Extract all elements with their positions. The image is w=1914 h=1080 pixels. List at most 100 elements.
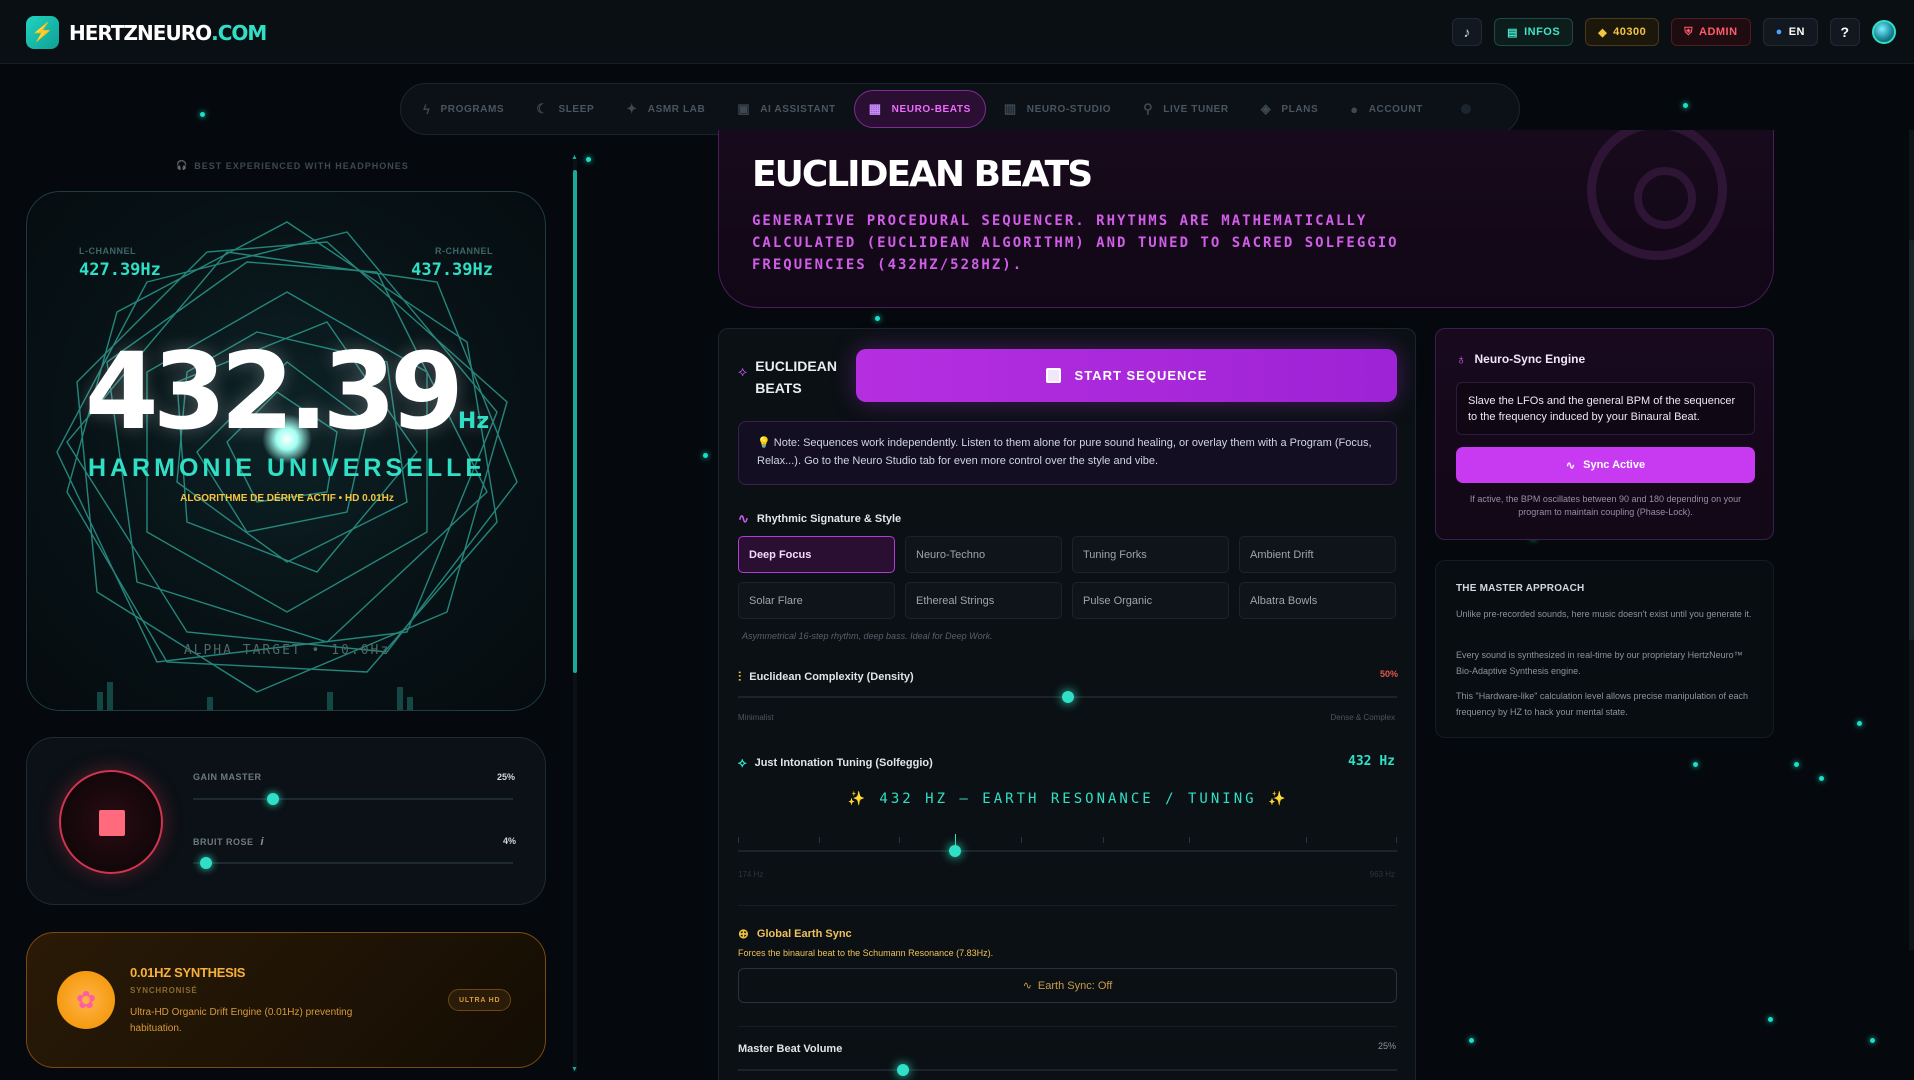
- pink-noise-slider-thumb[interactable]: [199, 857, 212, 869]
- complexity-slider-thumb[interactable]: [1061, 691, 1074, 703]
- gain-slider-thumb[interactable]: [267, 793, 279, 805]
- master-volume-thumb[interactable]: [896, 1064, 909, 1076]
- stop-button[interactable]: [59, 770, 163, 874]
- piano-icon: ▥: [1003, 101, 1017, 116]
- moon-icon: ☾: [536, 101, 549, 116]
- tag-icon: ◈: [1260, 101, 1272, 116]
- brain-icon: ♁: [1456, 351, 1467, 367]
- scroll-down-icon[interactable]: ▼: [571, 1066, 578, 1073]
- master-approach-title: THE MASTER APPROACH: [1456, 583, 1585, 594]
- tuning-slider-track[interactable]: [738, 850, 1397, 852]
- complexity-heading-text: Euclidean Complexity (Density): [749, 671, 914, 683]
- pulse-icon: ⟡: [738, 363, 748, 379]
- tuning-banner: ✨ 432 HZ — EARTH RESONANCE / TUNING ✨: [847, 791, 1289, 807]
- infos-button[interactable]: ▤ INFOS: [1494, 18, 1574, 46]
- tuning-min-label: 174 Hz: [738, 870, 764, 879]
- tiktok-icon: ♪: [1463, 24, 1471, 40]
- tuning-tick: [1021, 837, 1022, 843]
- robot-icon: ▣: [737, 101, 751, 116]
- sequencer-title: ⟡ EUCLIDEAN BEATS: [738, 355, 845, 399]
- headphones-label: BEST EXPERIENCED WITH HEADPHONES: [194, 160, 409, 171]
- module-header: EUCLIDEAN BEATS GENERATIVE PROCEDURAL SE…: [718, 130, 1774, 308]
- mic-icon: ⚲: [1143, 101, 1154, 116]
- style-pulse-organic[interactable]: Pulse Organic: [1072, 582, 1229, 619]
- sync-active-button[interactable]: ∿ Sync Active: [1456, 447, 1755, 483]
- style-solar-flare[interactable]: Solar Flare: [738, 582, 895, 619]
- language-button[interactable]: ● EN: [1762, 18, 1818, 46]
- preset-name: HARMONIE UNIVERSELLE: [87, 454, 487, 482]
- pink-noise-slider-track[interactable]: [193, 862, 513, 864]
- credits-badge[interactable]: ◆ 40300: [1585, 18, 1660, 46]
- tab-live-tuner[interactable]: ⚲ LIVE TUNER: [1129, 90, 1243, 128]
- tab-neuro-studio[interactable]: ▥ NEURO-STUDIO: [990, 90, 1125, 128]
- tuning-max-label: 963 Hz: [1369, 870, 1395, 879]
- tuning-heading: ⟡ Just Intonation Tuning (Solfeggio): [738, 755, 933, 771]
- style-albatra-bowls[interactable]: Albatra Bowls: [1239, 582, 1396, 619]
- pink-noise-label: BRUIT ROSE i: [193, 836, 264, 848]
- master-volume-track[interactable]: [738, 1069, 1397, 1071]
- left-scrollbar-thumb[interactable]: [573, 170, 577, 673]
- master-approach-paragraph: Unlike pre-recorded sounds, here music d…: [1456, 609, 1752, 619]
- synthesis-description: Ultra-HD Organic Drift Engine (0.01Hz) p…: [130, 1007, 353, 1034]
- style-ethereal-strings[interactable]: Ethereal Strings: [905, 582, 1062, 619]
- book-icon: ▤: [1507, 26, 1519, 39]
- lightning-logo-icon: ⚡: [26, 16, 59, 49]
- style-neuro-techno[interactable]: Neuro-Techno: [905, 536, 1062, 573]
- tab-sleep[interactable]: ☾ SLEEP: [522, 90, 608, 128]
- tuning-tick: [1396, 837, 1397, 843]
- tab-asmr-lab[interactable]: ✦ ASMR LAB: [612, 90, 719, 128]
- earth-sync-toggle[interactable]: ∿ Earth Sync: Off: [738, 968, 1397, 1003]
- main-nav: ϟ PROGRAMS ☾ SLEEP ✦ ASMR LAB ▣ AI ASSISTANT…: [400, 83, 1520, 135]
- info-icon[interactable]: i: [261, 836, 265, 848]
- tab-label: LIVE TUNER: [1163, 103, 1229, 115]
- tab-programs[interactable]: ϟ PROGRAMS: [409, 90, 518, 128]
- page-scrollbar[interactable]: [1909, 130, 1914, 950]
- style-heading-text: Rhythmic Signature & Style: [756, 513, 902, 525]
- tuning-value: 432 Hz: [1348, 754, 1395, 769]
- checkbox-icon: [1045, 368, 1061, 383]
- user-icon: ●: [1350, 101, 1359, 117]
- master-volume-label: Master Beat Volume: [738, 1043, 843, 1055]
- globe-icon: ⊕: [738, 926, 749, 941]
- scroll-up-icon[interactable]: ▲: [571, 154, 578, 161]
- start-sequence-button[interactable]: START SEQUENCE: [856, 349, 1397, 402]
- tuning-tick: [1189, 837, 1190, 843]
- avatar[interactable]: [1872, 20, 1896, 44]
- admin-button[interactable]: ⛨ ADMIN: [1671, 18, 1751, 46]
- tab-ai-assistant[interactable]: ▣ AI ASSISTANT: [723, 90, 849, 128]
- master-volume-percent: 25%: [1378, 1041, 1397, 1051]
- tuning-tick: [899, 837, 900, 843]
- diamond-icon: ◆: [1598, 26, 1608, 39]
- activity-icon: ∿: [1022, 980, 1032, 992]
- brand-logo[interactable]: ⚡ HERTZNEURO.COM: [26, 16, 267, 49]
- grid-icon: ▦: [868, 101, 882, 116]
- tuning-slider-thumb[interactable]: [949, 845, 962, 857]
- tuning-heading-text: Just Intonation Tuning (Solfeggio): [754, 757, 933, 769]
- style-tuning-forks[interactable]: Tuning Forks: [1072, 536, 1229, 573]
- page-title: EUCLIDEAN BEATS: [752, 154, 1093, 195]
- gain-slider-track[interactable]: [193, 798, 513, 800]
- right-channel-value: 437.39Hz: [411, 260, 493, 280]
- stop-icon: [99, 810, 125, 836]
- frequency-value: 432.39: [84, 330, 464, 453]
- frequency-visualizer: L-CHANNEL 427.39Hz R-CHANNEL 437.39Hz 43…: [26, 191, 546, 711]
- tab-plans[interactable]: ◈ PLANS: [1247, 90, 1333, 128]
- left-channel-value: 427.39Hz: [79, 260, 161, 280]
- vinyl-disc-icon: [1587, 130, 1727, 260]
- tab-account[interactable]: ● ACCOUNT: [1336, 90, 1437, 128]
- earth-sync-heading: ⊕ Global Earth Sync: [738, 926, 852, 942]
- style-ambient-drift[interactable]: Ambient Drift: [1239, 536, 1396, 573]
- gain-percent: 25%: [497, 772, 516, 782]
- sequencer-title-text: EUCLIDEAN BEATS: [755, 358, 837, 396]
- activity-icon: ∿: [1565, 459, 1576, 472]
- tab-label: ACCOUNT: [1368, 103, 1423, 115]
- earth-sync-label: Earth Sync: Off: [1037, 979, 1113, 992]
- help-button[interactable]: ?: [1830, 18, 1860, 46]
- headphones-icon: 🎧: [176, 160, 189, 170]
- tab-label: NEURO-BEATS: [891, 103, 971, 115]
- style-deep-focus[interactable]: Deep Focus: [738, 536, 895, 573]
- tiktok-button[interactable]: ♪: [1452, 18, 1483, 46]
- playback-controls: GAIN MASTER 25% BRUIT ROSE i 4%: [26, 737, 546, 905]
- tab-neuro-beats[interactable]: ▦ NEURO-BEATS: [853, 90, 986, 128]
- tuning-icon: ⟡: [738, 755, 747, 770]
